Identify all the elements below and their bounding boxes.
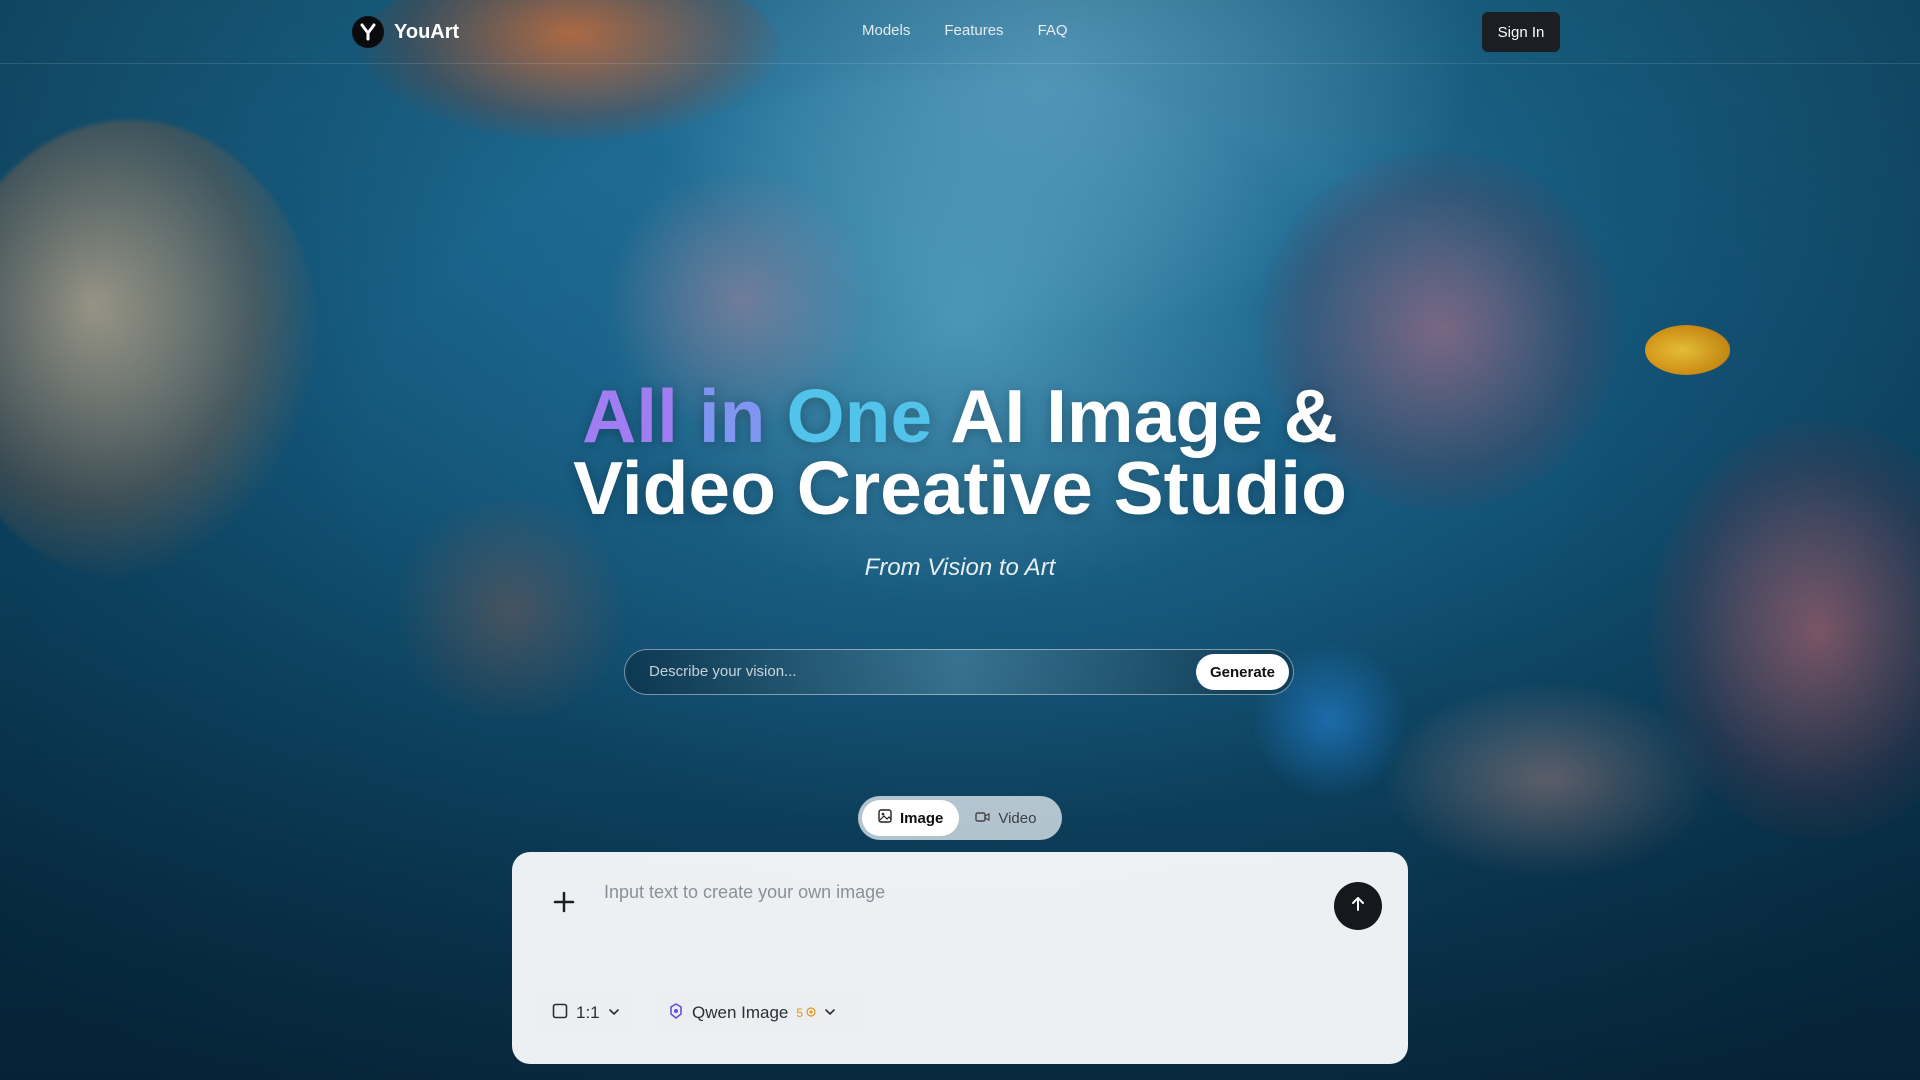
composer-text-input[interactable]: Input text to create your own image (604, 882, 885, 903)
vision-prompt-input[interactable]: Describe your vision... (649, 663, 797, 680)
hero-subtitle: From Vision to Art (864, 554, 1056, 581)
generate-button[interactable]: Generate (1196, 654, 1289, 690)
brand-logo[interactable]: YouArt (352, 16, 459, 48)
hero-title: All in One AI Image & Video Creative Stu… (0, 379, 1920, 526)
model-logo-icon (668, 1002, 684, 1024)
coin-icon (806, 1006, 816, 1020)
aspect-ratio-select[interactable]: 1:1 (538, 990, 634, 1036)
site-header: YouArt Models Features FAQ Sign In (0, 0, 1920, 64)
chevron-down-icon (608, 1003, 620, 1023)
model-credits: 5 (796, 1006, 816, 1020)
image-icon (878, 809, 892, 827)
vision-prompt-bar[interactable]: Describe your vision... Generate (624, 649, 1294, 695)
sign-in-button[interactable]: Sign In (1482, 12, 1560, 52)
video-icon (975, 810, 990, 827)
model-name: Qwen Image (692, 1003, 789, 1022)
square-icon (552, 1003, 568, 1024)
mode-toggle: Image Video (858, 796, 1062, 840)
main-nav: Models Features FAQ (862, 22, 1068, 39)
brand-name: YouArt (394, 20, 460, 43)
chevron-down-icon (824, 1003, 836, 1023)
mode-image-tab[interactable]: Image (862, 800, 960, 836)
mode-image-label: Image (900, 809, 944, 827)
add-attachment-button[interactable] (548, 888, 580, 920)
nav-faq[interactable]: FAQ (1038, 22, 1068, 39)
mode-video-label: Video (998, 809, 1037, 827)
hero-title-line2: Video Creative Studio (573, 446, 1347, 530)
logo-icon (352, 16, 384, 48)
mode-video-tab[interactable]: Video (959, 800, 1052, 836)
plus-icon (552, 890, 576, 919)
model-credit-value: 5 (796, 1006, 804, 1020)
composer-card: Input text to create your own image 1:1 … (512, 852, 1408, 1064)
nav-features[interactable]: Features (944, 22, 1003, 39)
nav-models[interactable]: Models (862, 22, 910, 39)
arrow-up-icon (1349, 895, 1367, 918)
send-button[interactable] (1334, 882, 1382, 930)
aspect-ratio-value: 1:1 (576, 1003, 600, 1022)
model-select[interactable]: Qwen Image 5 (654, 990, 864, 1036)
